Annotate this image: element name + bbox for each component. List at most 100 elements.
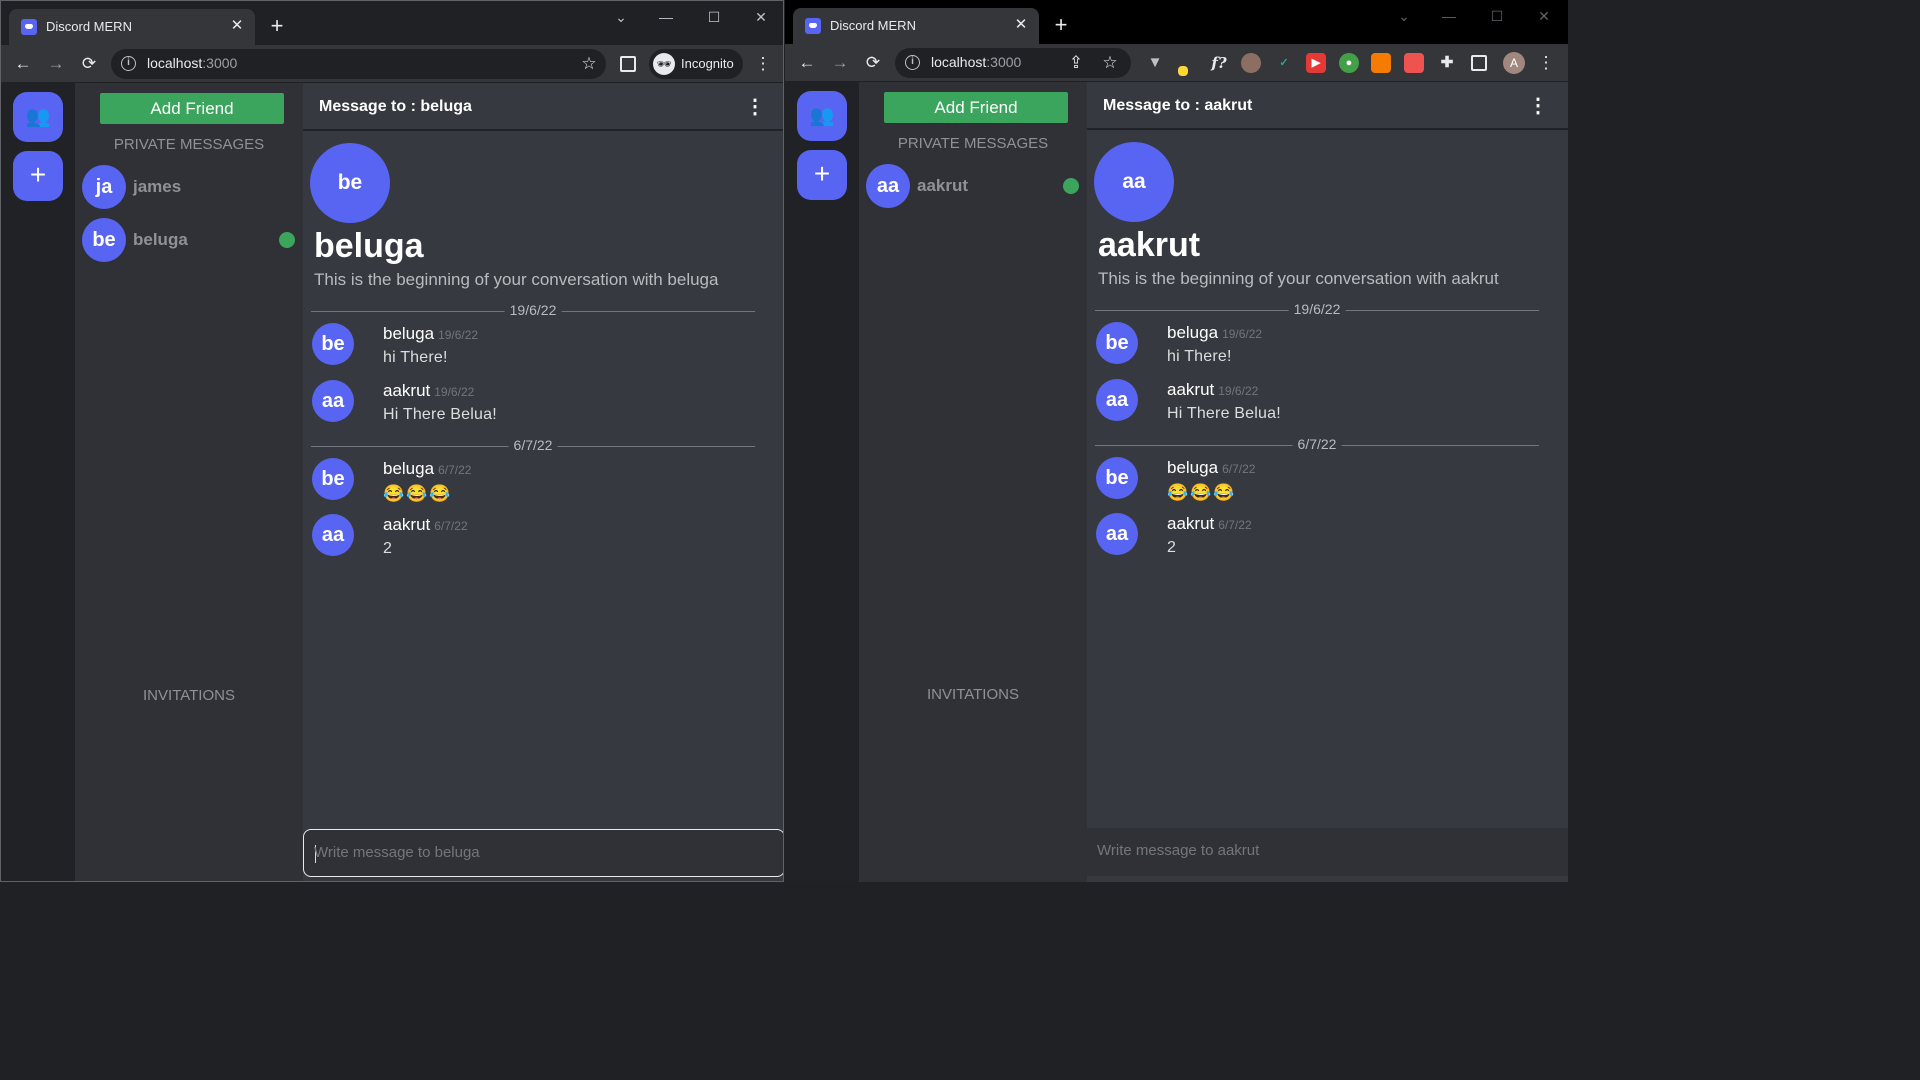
extension-formula-icon[interactable]: f? <box>1209 53 1229 73</box>
browser-window-right: Discord MERN ✕ + ⌄ — ☐ ✕ ← → ⟳ i localho… <box>785 0 1568 882</box>
tab-search-icon[interactable]: ⌄ <box>1389 6 1419 26</box>
chat-panel: Message to : beluga ⋮ be beluga This is … <box>303 83 783 881</box>
browser-tab[interactable]: Discord MERN ✕ <box>793 8 1039 44</box>
address-bar[interactable]: i localhost:3000 ⇪ ☆ <box>895 48 1131 78</box>
url-text: localhost:3000 <box>931 54 1022 70</box>
online-indicator <box>279 232 295 248</box>
extension-red-icon[interactable]: ▶ <box>1306 53 1326 73</box>
extension-highlight-icon[interactable] <box>1178 66 1188 76</box>
minimize-button[interactable]: — <box>1434 6 1464 26</box>
forward-arrow-icon[interactable]: → <box>44 52 68 76</box>
chat-options-icon[interactable]: ⋮ <box>1528 95 1548 117</box>
invitations-title: INVITATIONS <box>927 686 1019 703</box>
message: aa aakrut 19/6/22 Hi There Belua! <box>1096 379 1556 427</box>
chat-title: Message to : aakrut <box>1103 97 1253 114</box>
avatar: be <box>1096 457 1138 499</box>
back-arrow-icon[interactable]: ← <box>11 52 35 76</box>
extension-check-icon[interactable]: ✓ <box>1274 53 1294 73</box>
contact-name: beluga <box>133 230 188 249</box>
avatar: aa <box>312 380 354 422</box>
reload-icon[interactable]: ⟳ <box>77 52 101 76</box>
incognito-badge[interactable]: 🕶 Incognito <box>649 49 743 79</box>
side-panel-icon[interactable] <box>1471 55 1487 71</box>
avatar: be <box>312 458 354 500</box>
message-date: 19/6/22 <box>1218 384 1259 398</box>
side-panel-icon[interactable] <box>620 56 636 72</box>
conversation-intro: This is the beginning of your conversati… <box>314 270 719 289</box>
message-author: beluga 6/7/22 <box>1167 458 1256 477</box>
window-close-button[interactable]: ✕ <box>746 7 776 27</box>
extension-badge-icon[interactable] <box>1404 53 1424 73</box>
contact-item[interactable]: be beluga <box>82 218 297 262</box>
friends-icon[interactable]: 👥 <box>13 92 63 142</box>
share-icon[interactable]: ⇪ <box>1065 52 1087 74</box>
message-input[interactable]: Write message to beluga <box>303 829 783 877</box>
browser-menu-icon[interactable]: ⋮ <box>751 52 775 76</box>
extension-v-icon[interactable]: ▼ <box>1145 53 1165 73</box>
tab-search-icon[interactable]: ⌄ <box>606 7 636 27</box>
message-input[interactable]: Write message to aakrut <box>1087 828 1568 876</box>
message-text: 😂😂😂 <box>383 484 453 503</box>
browser-toolbar: ← → ⟳ i localhost:3000 ☆ 🕶 Incognito ⋮ <box>1 45 783 83</box>
chat-panel: Message to : aakrut ⋮ aa aakrut This is … <box>1087 82 1568 882</box>
message: aa aakrut 6/7/22 2 <box>1096 513 1556 561</box>
add-server-icon[interactable]: + <box>13 151 63 201</box>
window-close-button[interactable]: ✕ <box>1529 6 1559 26</box>
address-bar[interactable]: i localhost:3000 ☆ <box>111 49 606 79</box>
server-rail: 👥 + <box>785 82 859 882</box>
online-indicator <box>1063 178 1079 194</box>
tab-strip: Discord MERN ✕ + ⌄ — ☐ ✕ <box>1 1 783 45</box>
maximize-button[interactable]: ☐ <box>1482 6 1512 26</box>
site-info-icon[interactable]: i <box>121 56 136 71</box>
friends-icon[interactable]: 👥 <box>797 91 847 141</box>
message-text: 😂😂😂 <box>1167 483 1237 502</box>
minimize-button[interactable]: — <box>651 7 681 27</box>
add-friend-button[interactable]: Add Friend <box>884 92 1068 123</box>
chat-title: Message to : beluga <box>319 98 472 115</box>
avatar: be <box>82 218 126 262</box>
incognito-icon: 🕶 <box>653 53 675 75</box>
back-arrow-icon[interactable]: ← <box>795 51 819 75</box>
contact-item[interactable]: ja james <box>82 165 297 209</box>
maximize-button[interactable]: ☐ <box>699 7 729 27</box>
message-text: hi There! <box>383 349 448 366</box>
browser-tab[interactable]: Discord MERN ✕ <box>9 9 255 45</box>
conversation-name: beluga <box>314 227 424 265</box>
conversation-intro: This is the beginning of your conversati… <box>1098 269 1499 288</box>
site-info-icon[interactable]: i <box>905 55 920 70</box>
new-tab-button[interactable]: + <box>265 15 289 39</box>
message-input-placeholder: Write message to beluga <box>314 844 480 861</box>
new-tab-button[interactable]: + <box>1049 14 1073 38</box>
tab-close-icon[interactable]: ✕ <box>1011 15 1031 35</box>
forward-arrow-icon[interactable]: → <box>828 51 852 75</box>
contact-item[interactable]: aa aakrut <box>866 164 1081 208</box>
incognito-label: Incognito <box>681 56 734 71</box>
message-text: hi There! <box>1167 348 1232 365</box>
date-separator: 19/6/22 <box>311 302 755 318</box>
avatar: be <box>1096 322 1138 364</box>
tab-close-icon[interactable]: ✕ <box>227 16 247 36</box>
tab-strip: Discord MERN ✕ + ⌄ — ☐ ✕ <box>785 0 1568 44</box>
message-author: beluga 19/6/22 <box>383 324 479 343</box>
extensions-puzzle-icon[interactable]: ✚ <box>1437 53 1457 73</box>
reload-icon[interactable]: ⟳ <box>861 51 885 75</box>
add-server-icon[interactable]: + <box>797 150 847 200</box>
private-messages-title: PRIVATE MESSAGES <box>897 135 1049 152</box>
message-date: 19/6/22 <box>1222 327 1263 341</box>
bookmark-star-icon[interactable]: ☆ <box>1099 52 1121 74</box>
message-author: beluga 19/6/22 <box>1167 323 1263 342</box>
message-date: 6/7/22 <box>1222 462 1256 476</box>
chat-header: Message to : aakrut ⋮ <box>1087 82 1568 130</box>
bookmark-star-icon[interactable]: ☆ <box>578 53 600 75</box>
profile-avatar[interactable]: A <box>1503 52 1525 74</box>
browser-menu-icon[interactable]: ⋮ <box>1534 51 1558 75</box>
message-date: 6/7/22 <box>434 519 468 533</box>
message: be beluga 19/6/22 hi There! <box>1096 322 1556 370</box>
chat-options-icon[interactable]: ⋮ <box>745 96 765 118</box>
conversation-avatar: aa <box>1094 142 1174 222</box>
extension-green-icon[interactable]: ● <box>1339 53 1359 73</box>
add-friend-button[interactable]: Add Friend <box>100 93 284 124</box>
extension-avatar-icon[interactable] <box>1241 53 1261 73</box>
metamask-icon[interactable] <box>1371 53 1391 73</box>
private-messages-title: PRIVATE MESSAGES <box>113 136 265 153</box>
